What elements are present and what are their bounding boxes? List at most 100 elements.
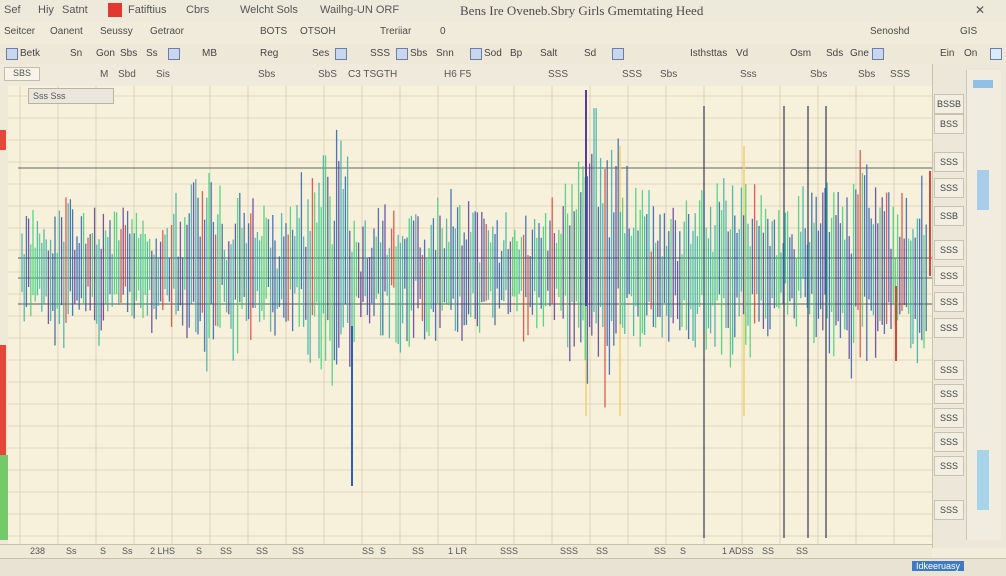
info-icon[interactable] — [990, 48, 1002, 60]
price-level-button[interactable]: SSS — [934, 456, 964, 476]
time-axis-label: 1 ADSS — [722, 546, 754, 556]
subtoolbar-item[interactable]: M — [100, 69, 108, 80]
toolbar-button[interactable]: MB — [202, 48, 217, 59]
menu-item[interactable]: 0 — [440, 26, 446, 37]
status-bar: Idkeeruasy — [0, 558, 1006, 576]
chart-panel[interactable] — [0, 86, 933, 544]
subtoolbar-item[interactable]: SSS — [622, 69, 642, 80]
titlebar-item[interactable]: Satnt — [62, 4, 88, 16]
time-axis-label: S — [196, 546, 203, 556]
time-axis-label: S — [380, 546, 387, 556]
titlebar-item[interactable]: Sef — [4, 4, 21, 16]
chart-icon[interactable] — [396, 48, 408, 60]
price-level-button[interactable]: SSS — [934, 360, 964, 380]
titlebar-item[interactable]: Welcht Sols — [240, 4, 298, 16]
subtoolbar-item[interactable]: Sss — [740, 69, 757, 80]
title-bar: Sef Hiy Satnt Fatiftius Cbrs Welcht Sols… — [0, 0, 1006, 23]
menu-item[interactable]: Getraor — [150, 26, 184, 37]
price-level-button[interactable]: SSS — [934, 152, 964, 172]
toolbar-button[interactable]: Sn — [70, 48, 82, 59]
subtoolbar-item[interactable]: Sbs — [258, 69, 275, 80]
price-level-button[interactable]: SSS — [934, 240, 964, 260]
close-icon[interactable]: ✕ — [975, 3, 985, 17]
app-window: Sef Hiy Satnt Fatiftius Cbrs Welcht Sols… — [0, 0, 1006, 576]
red-marker — [0, 130, 6, 150]
toolbar-button[interactable]: Osm — [790, 48, 811, 59]
price-level-button[interactable]: SSS — [934, 266, 964, 286]
time-axis-label: SS — [596, 546, 609, 556]
subtoolbar-item[interactable]: H6 F5 — [444, 69, 471, 80]
price-level-button[interactable]: SSS — [934, 500, 964, 520]
side-scroll-area[interactable] — [966, 70, 1001, 540]
price-level-button[interactable]: SSB — [934, 206, 964, 226]
toolbar-button[interactable]: Salt — [540, 48, 557, 59]
menu-item[interactable]: Oanent — [50, 26, 83, 37]
open-file-icon[interactable] — [6, 48, 18, 60]
titlebar-item[interactable]: Cbrs — [186, 4, 209, 16]
price-level-button[interactable]: BSSB — [934, 94, 964, 114]
time-axis-label: S — [680, 546, 687, 556]
time-axis-label: SS — [292, 546, 305, 556]
toolbar-button[interactable]: Sbs — [410, 48, 427, 59]
panel-icon[interactable] — [872, 48, 884, 60]
zoom-icon[interactable] — [470, 48, 482, 60]
scroll-thumb[interactable] — [977, 170, 989, 210]
subtoolbar-item[interactable]: SbS — [318, 69, 337, 80]
grid-icon[interactable] — [335, 48, 347, 60]
price-level-button[interactable]: SSS — [934, 408, 964, 428]
titlebar-item[interactable]: Wailhg-UN ORF — [320, 4, 399, 16]
price-level-button[interactable]: SSS — [934, 318, 964, 338]
app-logo-icon — [108, 3, 122, 17]
scroll-thumb[interactable] — [977, 450, 989, 510]
menu-item[interactable]: Senoshd — [870, 26, 909, 37]
titlebar-item[interactable]: Hiy — [38, 4, 54, 16]
toolbar-button[interactable]: Snn — [436, 48, 454, 59]
toolbar-button[interactable]: Betk — [20, 48, 40, 59]
toolbar-button[interactable]: Ss — [146, 48, 158, 59]
toolbar-button[interactable]: SSS — [370, 48, 390, 59]
menu-item[interactable]: Seussy — [100, 26, 133, 37]
toolbar-button[interactable]: Sds — [826, 48, 843, 59]
status-badge[interactable]: Idkeeruasy — [912, 561, 965, 571]
menu-item[interactable]: OTSOH — [300, 26, 336, 37]
menu-item[interactable]: BOTS — [260, 26, 287, 37]
subtoolbar-item[interactable]: Sbs — [810, 69, 827, 80]
toolbar-button[interactable]: Gon — [96, 48, 115, 59]
subtoolbar-item[interactable]: C3 TSGTH — [348, 69, 397, 80]
time-axis-label: SS — [796, 546, 809, 556]
time-axis: 238 Ss S Ss 2 LHS S SS SS SS SS S SS 1 LR SSS SSS SS SS S… — [0, 544, 932, 559]
price-level-button[interactable]: SSS — [934, 432, 964, 452]
menu-bar: Seitcer Oanent Seussy Getraor BOTS OTSOH… — [0, 22, 1006, 45]
price-level-button[interactable]: SSS — [934, 178, 964, 198]
toolbar-button[interactable]: Isthsttas — [690, 48, 727, 59]
save-icon[interactable] — [168, 48, 180, 60]
price-level-button[interactable]: SSS — [934, 292, 964, 312]
price-level-button[interactable]: BSS — [934, 114, 964, 134]
subtoolbar-item[interactable]: SSS — [548, 69, 568, 80]
menu-item[interactable]: Seitcer — [4, 26, 35, 37]
subtoolbar-item[interactable]: Sbd — [118, 69, 136, 80]
toolbar-button[interactable]: Vd — [736, 48, 748, 59]
subtoolbar-item[interactable]: Sbs — [858, 69, 875, 80]
scroll-thumb[interactable] — [973, 80, 993, 88]
price-level-button[interactable]: SSS — [934, 384, 964, 404]
symbol-box[interactable]: SBS — [4, 67, 41, 81]
titlebar-item[interactable]: Fatiftius — [128, 4, 167, 16]
toolbar-button[interactable]: On — [964, 48, 977, 59]
subtoolbar-item[interactable]: Sis — [156, 69, 170, 80]
toolbar-button[interactable]: Sd — [584, 48, 596, 59]
toolbar-button[interactable]: Ses — [312, 48, 329, 59]
subtoolbar-item[interactable]: SSS — [890, 69, 910, 80]
menu-item[interactable]: Treriiar — [380, 26, 411, 37]
toolbar-button[interactable]: Reg — [260, 48, 278, 59]
waveform-chart[interactable] — [0, 86, 932, 544]
toolbar-button[interactable]: Sbs — [120, 48, 137, 59]
time-axis-label: SS — [220, 546, 233, 556]
toolbar-button[interactable]: Bp — [510, 48, 522, 59]
toolbar-button[interactable]: Sod — [484, 48, 502, 59]
subtoolbar-item[interactable]: Sbs — [660, 69, 677, 80]
menu-item[interactable]: GIS — [960, 26, 977, 37]
toolbar-button[interactable]: Gne — [850, 48, 869, 59]
settings-icon[interactable] — [612, 48, 624, 60]
toolbar-button[interactable]: Ein — [940, 48, 954, 59]
